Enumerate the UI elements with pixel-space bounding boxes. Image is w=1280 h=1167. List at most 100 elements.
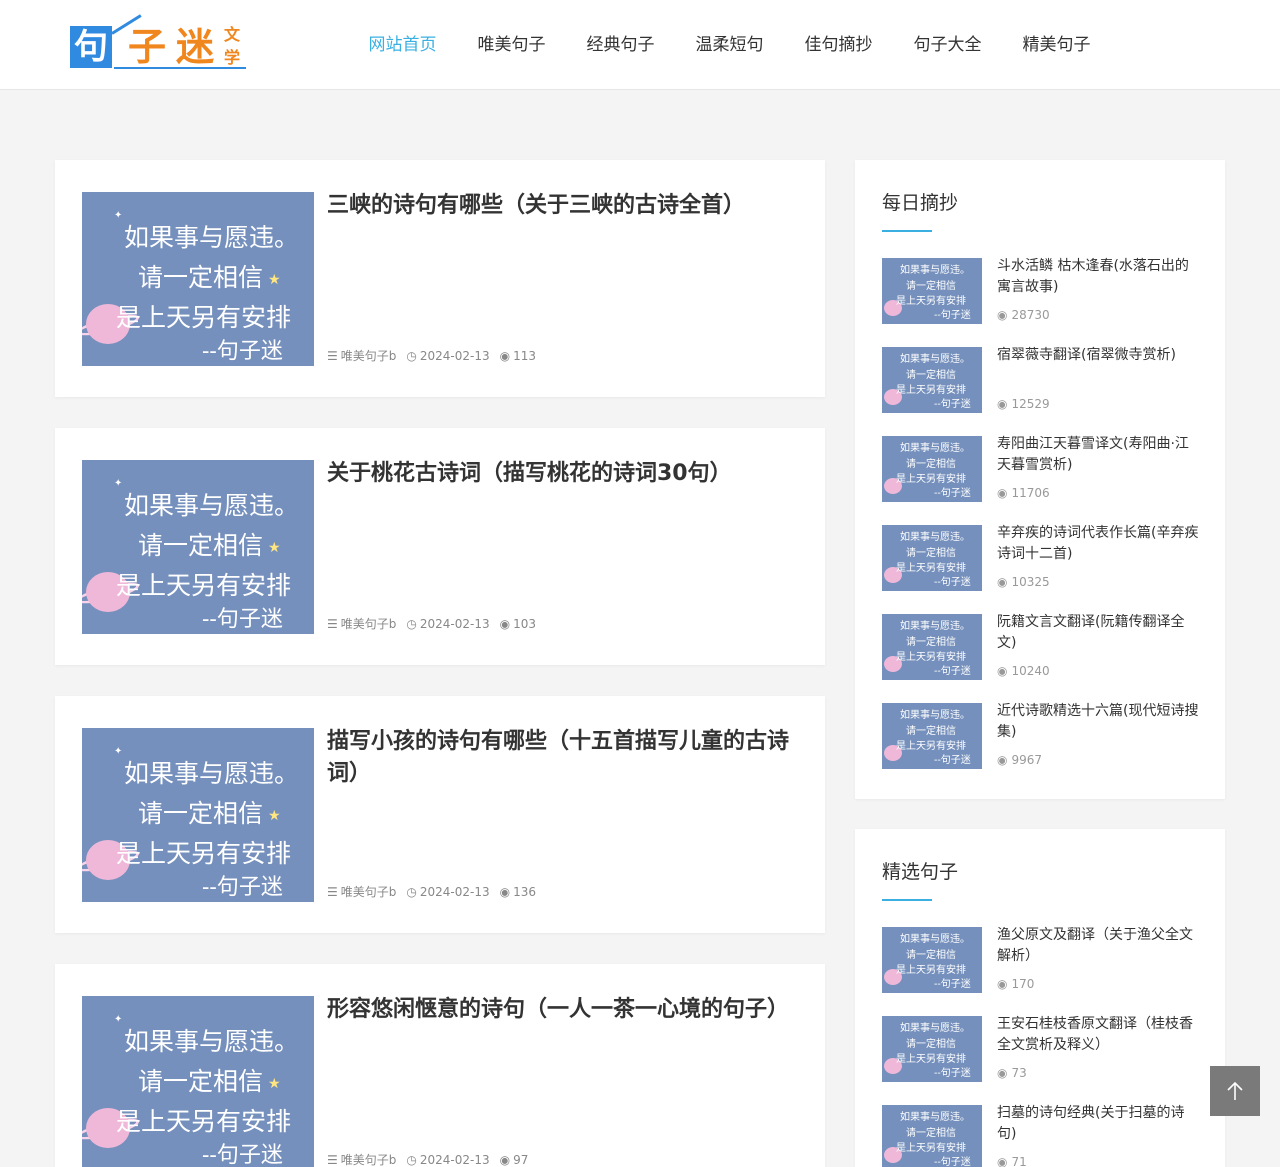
article-card: ✦ ★ 如果事与愿违。 请一定相信 是上天另有安排 --句子迷 关于桃花古诗词（…	[55, 428, 825, 665]
item-title[interactable]: 渔父原文及翻译（关于渔父全文解析）	[997, 925, 1202, 967]
eye-icon: ◉	[499, 616, 511, 631]
widget-title: 精选句子	[882, 861, 959, 883]
item-views: ◉ 73	[997, 1066, 1027, 1080]
list-item: 如果事与愿违。 请一定相信 是上天另有安排 --句子迷 扫墓的诗句经典(关于扫墓…	[882, 1105, 1202, 1167]
item-views: ◉ 71	[997, 1155, 1027, 1167]
clock-icon: ◷	[406, 1152, 417, 1167]
list-item: 如果事与愿违。 请一定相信 是上天另有安排 --句子迷 斗水活鳞 枯木逢春(水落…	[882, 258, 1202, 324]
article-category[interactable]: ☰ 唯美句子b	[327, 883, 396, 900]
nav-home[interactable]: 网站首页	[348, 0, 457, 90]
nav-exquisite[interactable]: 精美句子	[1002, 0, 1111, 90]
item-title[interactable]: 近代诗歌精选十六篇(现代短诗搜集)	[997, 701, 1202, 743]
list-item: 如果事与愿违。 请一定相信 是上天另有安排 --句子迷 阮籍文言文翻译(阮籍传翻…	[882, 614, 1202, 680]
star-icon: ★	[268, 1076, 281, 1092]
item-views: ◉ 170	[997, 977, 1035, 991]
item-title[interactable]: 寿阳曲江天暮雪译文(寿阳曲·江天暮雪赏析)	[997, 434, 1202, 476]
eye-icon: ◉	[997, 486, 1008, 500]
logo-char-2: 子	[128, 25, 167, 69]
item-thumbnail[interactable]: 如果事与愿违。 请一定相信 是上天另有安排 --句子迷	[882, 614, 982, 680]
article-category[interactable]: ☰ 唯美句子b	[327, 1151, 396, 1167]
item-title[interactable]: 斗水活鳞 枯木逢春(水落石出的寓言故事)	[997, 256, 1202, 298]
item-thumbnail[interactable]: 如果事与愿违。 请一定相信 是上天另有安排 --句子迷	[882, 436, 982, 502]
sparkle-icon: ✦	[114, 210, 123, 221]
logo-char-1: 句	[70, 26, 112, 68]
eye-icon: ◉	[997, 977, 1008, 991]
item-thumbnail[interactable]: 如果事与愿违。 请一定相信 是上天另有安排 --句子迷	[882, 1016, 982, 1082]
eye-icon: ◉	[997, 575, 1008, 589]
article-date: ◷ 2024-02-13	[406, 616, 490, 631]
article-thumbnail[interactable]: ✦ ★ 如果事与愿违。 请一定相信 是上天另有安排 --句子迷	[82, 728, 314, 902]
list-icon: ☰	[327, 348, 338, 363]
widget-title: 每日摘抄	[882, 192, 959, 214]
article-card: ✦ ★ 如果事与愿违。 请一定相信 是上天另有安排 --句子迷 形容悠闲惬意的诗…	[55, 964, 825, 1167]
item-views: ◉ 9967	[997, 753, 1043, 767]
eye-icon: ◉	[997, 1066, 1008, 1080]
article-date: ◷ 2024-02-13	[406, 884, 490, 899]
item-title[interactable]: 阮籍文言文翻译(阮籍传翻译全文)	[997, 612, 1202, 654]
list-item: 如果事与愿违。 请一定相信 是上天另有安排 --句子迷 宿翠薇寺翻译(宿翠微寺赏…	[882, 347, 1202, 413]
item-views: ◉ 10240	[997, 664, 1050, 678]
logo-small-1: 文	[224, 25, 241, 44]
article-views: ◉ 103	[499, 616, 537, 631]
clock-icon: ◷	[406, 616, 417, 631]
article-views: ◉ 97	[499, 1152, 529, 1167]
item-title[interactable]: 宿翠薇寺翻译(宿翠微寺赏析)	[997, 345, 1202, 366]
logo-small-2: 学	[224, 48, 241, 67]
clock-icon: ◷	[406, 348, 417, 363]
article-thumbnail[interactable]: ✦ ★ 如果事与愿违。 请一定相信 是上天另有安排 --句子迷	[82, 996, 314, 1167]
eye-icon: ◉	[499, 1152, 511, 1167]
article-meta: ☰ 唯美句子b ◷ 2024-02-13 ◉ 136	[327, 883, 546, 900]
article-meta: ☰ 唯美句子b ◷ 2024-02-13 ◉ 97	[327, 1151, 538, 1167]
daily-widget: 每日摘抄 如果事与愿违。 请一定相信 是上天另有安排 --句子迷 斗水活鳞 枯木…	[855, 160, 1225, 799]
item-title[interactable]: 王安石桂枝香原文翻译（桂枝香全文赏析及释义）	[997, 1014, 1202, 1056]
item-thumbnail[interactable]: 如果事与愿违。 请一定相信 是上天另有安排 --句子迷	[882, 347, 982, 413]
nav-classic[interactable]: 经典句子	[566, 0, 675, 90]
article-thumbnail[interactable]: ✦ ★ 如果事与愿违。 请一定相信 是上天另有安排 --句子迷	[82, 460, 314, 634]
item-thumbnail[interactable]: 如果事与愿违。 请一定相信 是上天另有安排 --句子迷	[882, 927, 982, 993]
article-views: ◉ 113	[499, 348, 537, 363]
item-views: ◉ 28730	[997, 308, 1050, 322]
item-views: ◉ 12529	[997, 397, 1050, 411]
article-category[interactable]: ☰ 唯美句子b	[327, 347, 396, 364]
article-views: ◉ 136	[499, 884, 537, 899]
eye-icon: ◉	[997, 308, 1008, 322]
list-item: 如果事与愿违。 请一定相信 是上天另有安排 --句子迷 近代诗歌精选十六篇(现代…	[882, 703, 1202, 769]
nav-gentle[interactable]: 温柔短句	[675, 0, 784, 90]
eye-icon: ◉	[997, 1155, 1008, 1167]
star-icon: ★	[268, 272, 281, 288]
eye-icon: ◉	[997, 397, 1008, 411]
nav-excerpts[interactable]: 佳句摘抄	[784, 0, 893, 90]
item-thumbnail[interactable]: 如果事与愿违。 请一定相信 是上天另有安排 --句子迷	[882, 703, 982, 769]
back-to-top-button[interactable]	[1210, 1066, 1260, 1116]
list-icon: ☰	[327, 1152, 338, 1167]
sparkle-icon: ✦	[114, 478, 123, 489]
list-item: 如果事与愿违。 请一定相信 是上天另有安排 --句子迷 王安石桂枝香原文翻译（桂…	[882, 1016, 1202, 1082]
article-thumbnail[interactable]: ✦ ★ 如果事与愿违。 请一定相信 是上天另有安排 --句子迷	[82, 192, 314, 366]
widget-title-underline	[882, 230, 932, 232]
eye-icon: ◉	[997, 753, 1008, 767]
article-title[interactable]: 三峡的诗句有哪些（关于三峡的古诗全首）	[327, 190, 797, 222]
item-thumbnail[interactable]: 如果事与愿违。 请一定相信 是上天另有安排 --句子迷	[882, 1105, 982, 1167]
item-views: ◉ 11706	[997, 486, 1050, 500]
nav-collection[interactable]: 句子大全	[893, 0, 1002, 90]
arrow-up-icon	[1227, 1081, 1243, 1100]
article-title[interactable]: 形容悠闲惬意的诗句（一人一茶一心境的句子）	[327, 994, 797, 1026]
article-date: ◷ 2024-02-13	[406, 348, 490, 363]
eye-icon: ◉	[997, 664, 1008, 678]
article-card: ✦ ★ 如果事与愿违。 请一定相信 是上天另有安排 --句子迷 三峡的诗句有哪些…	[55, 160, 825, 397]
article-meta: ☰ 唯美句子b ◷ 2024-02-13 ◉ 113	[327, 347, 546, 364]
nav-beautiful[interactable]: 唯美句子	[457, 0, 566, 90]
item-title[interactable]: 扫墓的诗句经典(关于扫墓的诗句)	[997, 1103, 1202, 1145]
item-thumbnail[interactable]: 如果事与愿违。 请一定相信 是上天另有安排 --句子迷	[882, 525, 982, 591]
star-icon: ★	[268, 808, 281, 824]
article-title[interactable]: 描写小孩的诗句有哪些（十五首描写儿童的古诗词）	[327, 726, 797, 790]
list-icon: ☰	[327, 884, 338, 899]
site-logo[interactable]: 句 子 迷 文 学	[68, 14, 250, 72]
article-category[interactable]: ☰ 唯美句子b	[327, 615, 396, 632]
list-item: 如果事与愿违。 请一定相信 是上天另有安排 --句子迷 寿阳曲江天暮雪译文(寿阳…	[882, 436, 1202, 502]
item-title[interactable]: 辛弃疾的诗词代表作长篇(辛弃疾诗词十二首)	[997, 523, 1202, 565]
article-title[interactable]: 关于桃花古诗词（描写桃花的诗词30句）	[327, 458, 797, 490]
item-thumbnail[interactable]: 如果事与愿违。 请一定相信 是上天另有安排 --句子迷	[882, 258, 982, 324]
featured-widget: 精选句子 如果事与愿违。 请一定相信 是上天另有安排 --句子迷 渔父原文及翻译…	[855, 829, 1225, 1167]
main-nav: 网站首页 唯美句子 经典句子 温柔短句 佳句摘抄 句子大全 精美句子	[348, 0, 1111, 90]
